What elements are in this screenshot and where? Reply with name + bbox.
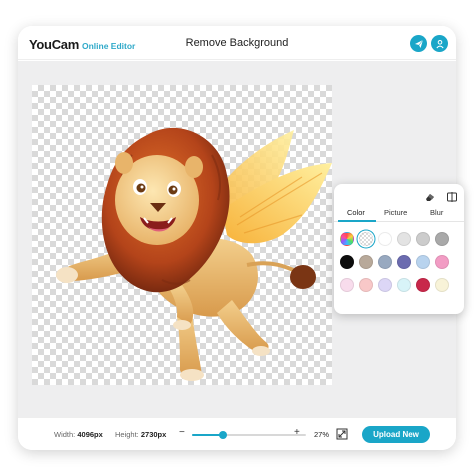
- background-panel: Color Picture Blur: [334, 184, 464, 314]
- swatch-lavender[interactable]: [378, 278, 392, 292]
- width-value: 4096px: [77, 430, 103, 439]
- swatch-pale-aqua[interactable]: [397, 278, 411, 292]
- swatch-cream[interactable]: [435, 278, 449, 292]
- active-tab-indicator: [338, 220, 376, 222]
- zoom-slider[interactable]: [192, 431, 306, 439]
- account-button[interactable]: [431, 35, 448, 52]
- upload-new-button[interactable]: Upload New: [362, 426, 430, 443]
- user-icon: [435, 39, 444, 48]
- image-width: Width: 4096px: [54, 430, 103, 439]
- header-bar: YouCam Online Editor Remove Background: [18, 26, 456, 60]
- swatch-crimson[interactable]: [416, 278, 430, 292]
- swatch-steel-blue[interactable]: [378, 255, 392, 269]
- height-label: Height:: [115, 430, 139, 439]
- zoom-in-button[interactable]: +: [294, 427, 300, 438]
- swatch-white[interactable]: [378, 232, 392, 246]
- fit-screen-icon[interactable]: [336, 428, 348, 440]
- panel-tabs: Color Picture Blur: [334, 204, 464, 222]
- panel-toolbar: [424, 190, 458, 202]
- zoom-out-button[interactable]: −: [179, 427, 185, 438]
- swatch-peach[interactable]: [359, 278, 373, 292]
- tab-blur[interactable]: Blur: [430, 208, 443, 217]
- page-title: Remove Background: [185, 37, 289, 49]
- color-swatches: [340, 232, 458, 292]
- height-value: 2730px: [140, 430, 167, 439]
- tab-color[interactable]: Color: [347, 208, 365, 217]
- swatch-transparent[interactable]: [359, 232, 373, 246]
- width-label: Width:: [54, 430, 76, 439]
- swatch-mid-gray[interactable]: [435, 232, 449, 246]
- zoom-level: 27%: [314, 430, 330, 439]
- paper-plane-icon: [414, 39, 423, 48]
- swatch-blush[interactable]: [340, 278, 354, 292]
- tab-picture[interactable]: Picture: [384, 208, 407, 217]
- swatch-gray[interactable]: [416, 232, 430, 246]
- image-height: Height: 2730px: [115, 430, 166, 439]
- swatch-taupe[interactable]: [359, 255, 373, 269]
- eraser-icon[interactable]: [424, 190, 436, 202]
- winged-lion-image[interactable]: [32, 85, 332, 385]
- swatch-indigo[interactable]: [397, 255, 411, 269]
- swatch-color-picker[interactable]: [340, 232, 354, 246]
- compare-icon[interactable]: [446, 190, 458, 202]
- swatch-sky-blue[interactable]: [416, 255, 430, 269]
- footer-bar: Width: 4096px Height: 2730px − + 27% Upl…: [18, 417, 456, 450]
- swatch-black[interactable]: [340, 255, 354, 269]
- share-button[interactable]: [410, 35, 427, 52]
- swatch-pink[interactable]: [435, 255, 449, 269]
- swatch-light-gray[interactable]: [397, 232, 411, 246]
- zoom-slider-thumb[interactable]: [218, 431, 227, 439]
